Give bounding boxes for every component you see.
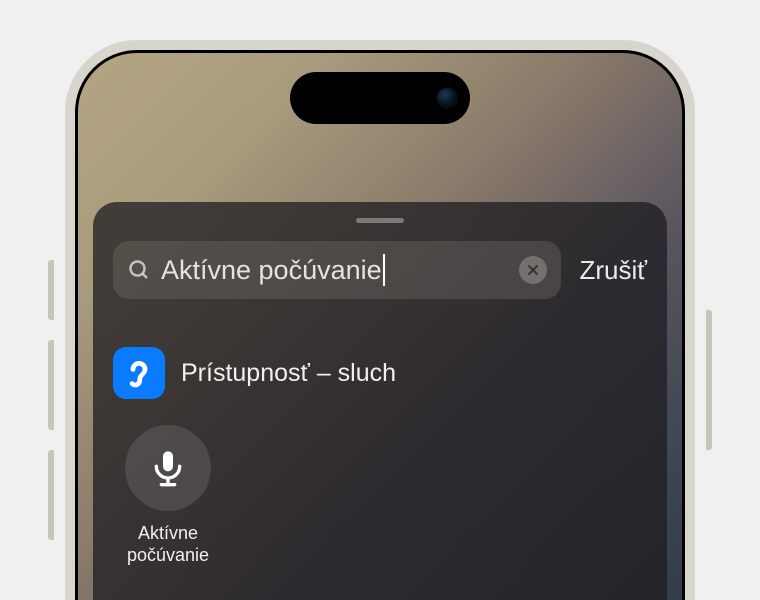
- search-row: Aktívne počúvanie Zrušiť: [113, 241, 647, 299]
- front-camera: [436, 87, 458, 109]
- result-item-label: Aktívne počúvanie: [127, 523, 209, 566]
- result-header[interactable]: Prístupnosť – sluch: [113, 347, 647, 399]
- text-cursor: [383, 254, 385, 286]
- sheet-grabber[interactable]: [356, 218, 404, 223]
- results-section: Prístupnosť – sluch Aktívne počúvanie: [113, 347, 647, 566]
- search-input[interactable]: Aktívne počúvanie: [161, 254, 509, 286]
- search-panel: Aktívne počúvanie Zrušiť: [93, 202, 667, 600]
- close-icon: [527, 264, 539, 276]
- cancel-button[interactable]: Zrušiť: [579, 255, 647, 286]
- phone-frame: Aktívne počúvanie Zrušiť: [65, 40, 695, 600]
- search-field[interactable]: Aktívne počúvanie: [113, 241, 561, 299]
- search-icon: [127, 258, 151, 282]
- search-query: Aktívne počúvanie: [161, 255, 382, 286]
- clear-search-button[interactable]: [519, 256, 547, 284]
- result-item[interactable]: Aktívne počúvanie: [113, 425, 223, 566]
- result-item-icon: [125, 425, 211, 511]
- microphone-icon: [148, 448, 188, 488]
- accessibility-hearing-icon: [113, 347, 165, 399]
- result-section-title: Prístupnosť – sluch: [181, 359, 396, 388]
